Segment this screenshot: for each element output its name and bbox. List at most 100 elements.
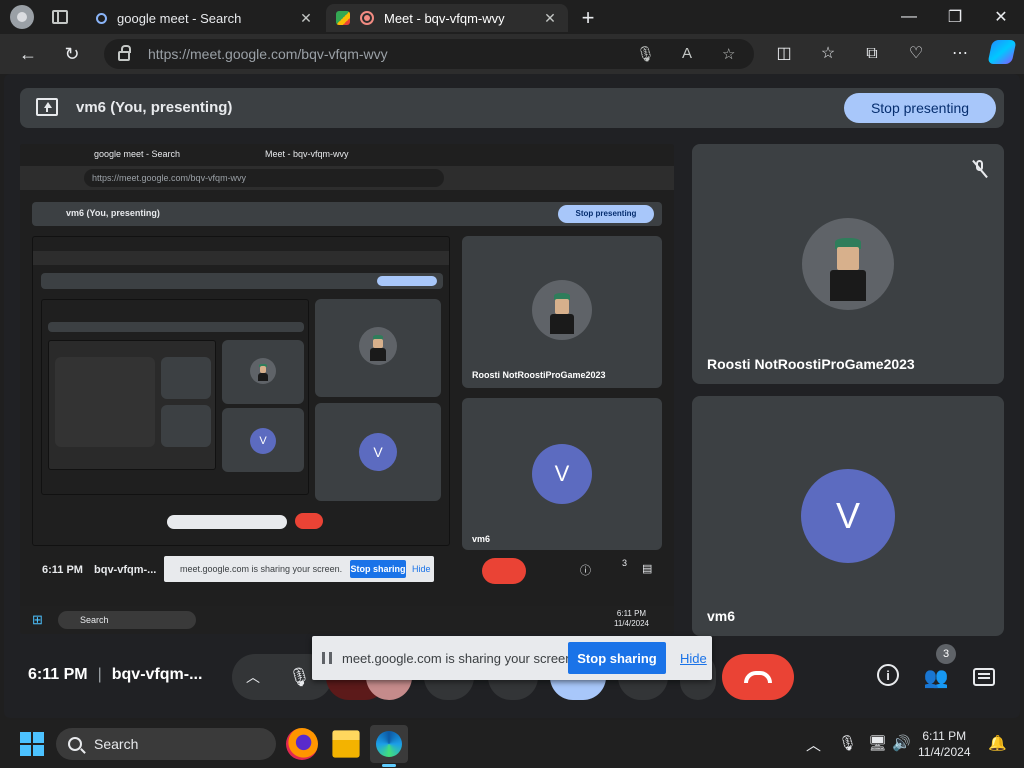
nested-sharing-banner-2 [167,515,287,529]
nested-tab-title: google meet - Search [94,149,181,159]
nested-tile-3a [222,340,304,404]
nested-tile-4b [161,405,211,447]
meet-favicon-icon [336,11,350,25]
nested-tile-4a [161,357,211,399]
profile-avatar-icon[interactable] [10,5,34,29]
recording-icon [360,11,374,25]
taskbar-search-text: Search [94,736,139,752]
microphone-icon[interactable]: 🎙 [288,667,311,688]
taskbar-clock[interactable]: 6:11 PM 11/4/2024 [918,728,971,760]
close-window-icon[interactable]: ✕ [978,0,1024,34]
nested-presenting-label: vm6 (You, presenting) [66,208,160,218]
microphone-tray-icon[interactable]: 🎙 [838,734,857,752]
participant-name: vm6 [707,608,736,624]
nested-taskbar: ⊞ Search 6:11 PM 11/4/2024 [20,606,674,634]
participant-name: Roosti NotRoostiProGame2023 [707,356,915,372]
roosti-avatar [802,218,894,310]
tab-meet[interactable]: Meet - bqv-vfqm-wvy ✕ [326,4,568,32]
nested-vm6-avatar-3: V [250,428,276,454]
firefox-icon[interactable] [286,728,318,760]
minimize-icon[interactable]: — [886,0,932,34]
new-tab-icon[interactable]: + [578,5,598,31]
windows-start-icon[interactable] [20,732,44,756]
nested-roosti-avatar-3 [250,358,276,384]
clock-date: 11/4/2024 [918,745,971,759]
address-bar[interactable]: https://meet.google.com/bqv-vfqm-wvy 🎙 A… [104,39,754,69]
people-count-badge: 3 [936,644,956,664]
restore-icon[interactable]: ❐ [932,0,978,34]
chat-button[interactable] [971,664,997,690]
search-icon [68,737,82,751]
nested-stop-presenting: Stop presenting [558,205,654,223]
collections-icon[interactable]: ⧉ [862,44,882,64]
lock-icon [118,45,131,61]
presenting-label: vm6 (You, presenting) [76,99,233,116]
nested-address-bar-2 [33,251,449,265]
present-screen-icon [36,98,58,116]
nested-sharing-banner: meet.google.com is sharing your screen. … [164,556,434,582]
notification-bell-icon[interactable]: 🔔 [988,734,1007,752]
meeting-details-icon[interactable]: i [877,664,899,686]
nested-windows-icon: ⊞ [32,612,43,627]
nested-tab-title: Meet - bqv-vfqm-wvy [265,149,349,159]
shared-screen: google meet - Search Meet - bqv-vfqm-wvy… [20,144,674,634]
active-app-indicator [382,764,396,767]
nested-roosti-avatar [532,280,592,340]
end-call-button[interactable] [722,654,794,700]
tab-google-search[interactable]: google meet - Search ✕ [86,4,324,32]
nested-browser-level-4 [48,340,216,470]
search-favicon-icon [96,12,107,24]
presenting-bar: vm6 (You, presenting) Stop presenting [20,88,1004,128]
tab-actions-icon[interactable] [52,10,68,24]
volume-icon[interactable]: 🔊 [892,734,911,752]
windows-taskbar: Search ︿ 🎙 🖥 🔊 6:11 PM 11/4/2024 🔔 [0,720,1024,768]
chevron-up-icon[interactable]: ︿ [246,667,260,687]
nested-code: bqv-vfqm-... [94,564,157,576]
nested-info-icon: ⓘ [580,565,591,577]
people-icon[interactable]: 👥 [923,664,949,690]
nested-vm6-avatar-2: V [359,433,397,471]
close-tab-icon[interactable]: ✕ [542,10,558,27]
file-explorer-icon[interactable] [332,730,360,758]
more-options-icon[interactable]: ⋯ [950,44,970,64]
url-text: https://meet.google.com/bqv-vfqm-wvy [148,46,388,62]
hang-up-icon [744,671,772,683]
reload-icon[interactable]: ↻ [58,40,86,68]
participant-tile-vm6[interactable]: V vm6 [692,396,1004,636]
nested-url: https://meet.google.com/bqv-vfqm-wvy [84,169,444,187]
taskbar-search[interactable]: Search [56,728,276,760]
split-screen-icon[interactable]: ◫ [774,44,794,64]
meeting-info: 6:11 PM | bqv-vfqm-... [28,666,203,683]
close-tab-icon[interactable]: ✕ [298,10,314,27]
nested-chat-icon: ▤ [642,563,653,575]
meeting-code: bqv-vfqm-... [111,666,203,683]
read-aloud-icon[interactable]: A [682,45,692,62]
back-icon[interactable]: ← [14,40,42,68]
network-icon[interactable]: 🖥 [868,734,887,752]
nested-people-count: 3 [622,558,628,568]
nested-banner-text: meet.google.com is sharing your screen. [180,564,343,574]
meeting-time: 6:11 PM [28,666,88,683]
favorites-icon[interactable]: ☆ [818,44,838,64]
nested-vm6-avatar: V [532,444,592,504]
nested-end-call [482,558,526,584]
hide-link[interactable]: Hide [680,651,707,666]
tab-title: Meet - bqv-vfqm-wvy [384,10,505,26]
participant-tile-roosti[interactable]: Roosti NotRoostiProGame2023 [692,144,1004,384]
chevron-up-icon[interactable]: ︿ [806,734,821,755]
nested-address-bar: https://meet.google.com/bqv-vfqm-wvy [20,166,674,190]
tab-title: google meet - Search [117,10,242,26]
nested-time: 6:11 PM [42,564,83,576]
nested-browser-level-2: V V [32,236,450,546]
nested-participant-tile: V vm6 [462,398,662,550]
vm6-avatar: V [801,469,895,563]
nested-presenting-bar-2 [41,273,443,289]
clock-time: 6:11 PM [922,729,967,743]
microphone-icon[interactable]: 🎙 [636,45,655,63]
favorite-star-icon[interactable]: ☆ [722,45,735,63]
nested-clock-date: 11/4/2024 [614,619,649,628]
stop-presenting-button[interactable]: Stop presenting [844,93,996,123]
stop-sharing-button[interactable]: Stop sharing [568,642,666,674]
nested-presenting-bar-3 [48,322,304,332]
browser-essentials-icon[interactable]: ♡ [906,44,926,64]
